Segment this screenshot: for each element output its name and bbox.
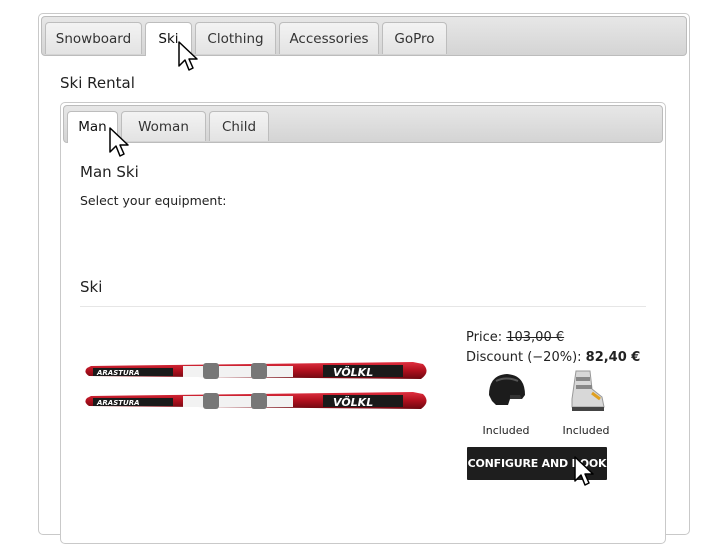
section-heading-ski: Ski — [80, 278, 103, 296]
ski-brand-right-text: VÖLKL — [333, 365, 373, 379]
boot-included-label: Included — [562, 424, 610, 437]
price-label: Price: — [466, 330, 503, 345]
tab-gopro[interactable]: GoPro — [382, 22, 447, 54]
ski-top: ARASTURA VÖLKL — [85, 362, 427, 379]
gender-tab-bar: Man Woman Child — [63, 105, 663, 143]
ski-brand-left-text: ARASTURA — [96, 399, 140, 407]
ski-brand-left-text: ARASTURA — [96, 369, 140, 377]
page-title: Ski Rental — [60, 74, 135, 92]
helmet-icon — [489, 374, 525, 405]
tab-man[interactable]: Man — [67, 111, 118, 143]
helmet-included-label: Included — [482, 424, 530, 437]
tab-child[interactable]: Child — [209, 111, 269, 141]
price-old: 103,00 € — [506, 330, 565, 345]
tab-ski[interactable]: Ski — [145, 22, 192, 56]
section-divider — [80, 306, 646, 307]
discount-line: Discount (−20%): 82,40 € — [466, 350, 640, 365]
price-new: 82,40 € — [585, 350, 641, 365]
ski-product-image: ARASTURA VÖLKL ARASTURA VÖLKL — [85, 362, 427, 409]
tab-snowboard[interactable]: Snowboard — [45, 22, 142, 54]
ski-brand-right-text: VÖLKL — [333, 395, 373, 409]
discount-label: Discount (−20%): — [466, 350, 582, 365]
ski-bottom: ARASTURA VÖLKL — [85, 392, 427, 409]
ski-boot-icon — [571, 370, 605, 411]
ski-rental-panel: Man Woman Child Man Ski Select your equi… — [60, 102, 666, 544]
tab-woman[interactable]: Woman — [121, 111, 206, 141]
category-tab-bar: Snowboard Ski Clothing Accessories GoPro — [41, 16, 687, 56]
panel-subtitle: Select your equipment: — [80, 193, 227, 208]
panel-title: Man Ski — [80, 163, 139, 181]
tab-clothing[interactable]: Clothing — [195, 22, 276, 54]
rental-widget: Snowboard Ski Clothing Accessories GoPro… — [38, 13, 690, 544]
price-line: Price: 103,00 € — [466, 330, 564, 345]
configure-and-book-button[interactable]: CONFIGURE AND BOOK — [467, 447, 607, 480]
tab-accessories[interactable]: Accessories — [279, 22, 379, 54]
